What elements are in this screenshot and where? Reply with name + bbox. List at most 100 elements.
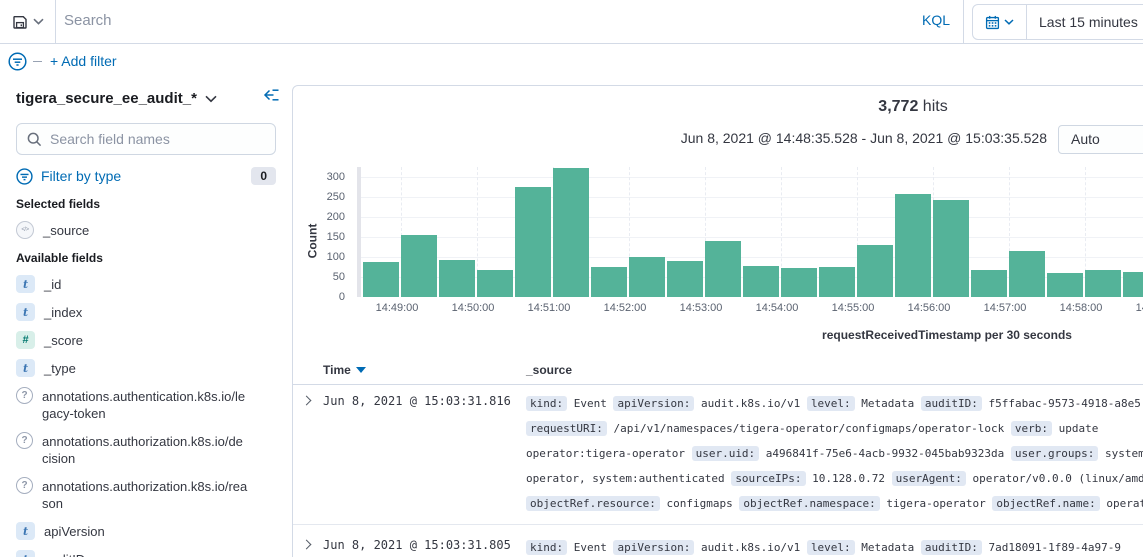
filter-icon [16,168,33,185]
histogram-bar[interactable] [857,245,893,297]
fields-sidebar: tigera_secure_ee_audit_* Search field na… [0,78,292,557]
chevron-down-icon[interactable] [33,18,44,25]
selected-fields-list: </> _source [16,222,276,239]
histogram-bar[interactable] [1047,273,1083,297]
field-item-_id[interactable]: t_id [16,276,276,293]
field-item-_index[interactable]: t_index [16,304,276,321]
expand-row-icon[interactable] [302,540,312,550]
field-type-string-icon: t [16,550,35,557]
field-value-text: operator-lock [1100,497,1143,510]
field-value-text: operator, system:authenticated [526,472,731,485]
field-type-unknown-icon: ? [16,432,33,449]
histogram-bar[interactable] [439,260,475,297]
histogram-bar[interactable] [933,200,969,297]
field-key-chip: kind: [526,540,567,555]
calendar-icon [985,15,1000,30]
field-name: _index [44,304,250,321]
table-row: Jun 8, 2021 @ 15:03:31.805kind: Event ap… [293,525,1143,557]
field-value-text: configmaps [660,497,739,510]
field-item-_type[interactable]: t_type [16,360,276,377]
field-value-text: audit.k8s.io/v1 [694,397,807,410]
time-range-display[interactable]: Last 15 minutes [1027,5,1143,39]
histogram-bar[interactable] [591,267,627,297]
field-key-chip: level: [807,540,855,555]
field-name: annotations.authorization.k8s.io/decisio… [42,433,248,467]
row-timestamp: Jun 8, 2021 @ 15:03:31.805 [323,538,511,552]
chart-title: requestReceivedTimestamp per 30 seconds [822,328,1072,342]
field-value-text: 7ad18091-1f89-4a97-9 [982,541,1121,554]
table-row: Jun 8, 2021 @ 15:03:31.816kind: Event ap… [293,385,1143,525]
field-type-unknown-icon: ? [16,477,33,494]
histogram-bar[interactable] [705,241,741,297]
field-value-text: audit.k8s.io/v1 [694,541,807,554]
field-name: _id [44,276,250,293]
expand-row-icon[interactable] [302,396,312,406]
source-line: objectRef.resource: configmaps objectRef… [526,491,1143,516]
field-key-chip: objectRef.namespace: [739,496,879,511]
field-item-annotations-authorization-k8s-io-decision[interactable]: ? annotations.authorization.k8s.io/decisi… [16,433,276,467]
query-bar: Search KQL Last 15 minutes [0,0,1143,44]
histogram-bar[interactable] [515,187,551,297]
field-key-chip: auditID: [921,540,982,555]
source-line: kind: Event apiVersion: audit.k8s.io/v1 … [526,391,1143,416]
interval-select[interactable]: Auto [1058,125,1143,154]
collapse-sidebar-icon[interactable] [263,88,280,103]
histogram-bar[interactable] [629,257,665,297]
field-item-annotations-authorization-k8s-io-reason[interactable]: ?annotations.authorization.k8s.io/reason [16,478,276,512]
histogram-bar[interactable] [1085,270,1121,297]
source-column-header: _source [526,363,572,377]
field-item-annotations-authentication-k8s-io-legacy-token[interactable]: ?annotations.authentication.k8s.io/legac… [16,388,276,422]
field-value-text: /api/v1/namespaces/tigera-operator/confi… [607,422,1011,435]
selected-fields-heading: Selected fields [16,197,276,211]
field-item-_score[interactable]: #_score [16,332,276,349]
field-search-input[interactable]: Search field names [16,123,276,155]
histogram-plot[interactable] [357,167,1143,297]
field-item-apiversion[interactable]: tapiVersion [16,523,276,540]
histogram-bar[interactable] [1009,251,1045,297]
histogram-bar[interactable] [553,168,589,297]
search-input[interactable]: Search [64,12,112,29]
field-value-text: 10.128.0.72 [806,472,892,485]
field-value-text: Metadata [855,541,921,554]
filter-bar: + Add filter [0,44,1143,78]
x-tick-label: 14:49:00 [365,302,429,314]
available-fields-heading: Available fields [16,251,276,265]
source-line: operator:tigera-operator user.uid: a4968… [526,441,1143,466]
y-tick-label: 50 [297,271,345,283]
field-key-chip: kind: [526,396,567,411]
date-picker: Last 15 minutes [972,4,1143,40]
y-tick-label: 300 [297,171,345,183]
field-item-_source[interactable]: </> _source [16,222,276,239]
x-tick-label: 14:55:00 [821,302,885,314]
field-item-auditid[interactable]: tauditID [16,551,276,557]
histogram-bar[interactable] [971,270,1007,297]
histogram-bar[interactable] [667,261,703,297]
quick-select-button[interactable] [973,5,1027,39]
field-name: _source [43,222,249,239]
field-type-source-icon: </> [16,221,34,239]
index-pattern-selector[interactable]: tigera_secure_ee_audit_* [16,90,276,107]
histogram-bar[interactable] [895,194,931,297]
filter-icon[interactable] [8,52,27,71]
histogram-bar[interactable] [743,266,779,297]
field-type-string-icon: t [16,522,35,540]
kql-button[interactable]: KQL [922,12,950,28]
save-query-button[interactable] [0,0,56,43]
histogram-bar[interactable] [781,268,817,297]
field-key-chip: apiVersion: [613,396,694,411]
histogram-bar[interactable] [1123,272,1143,297]
gridline [361,217,1143,218]
histogram-bar[interactable] [819,267,855,297]
add-filter-button[interactable]: + Add filter [50,53,117,69]
filter-by-type-button[interactable]: Filter by type 0 [16,167,276,185]
source-line: requestURI: /api/v1/namespaces/tigera-op… [526,416,1143,441]
field-key-chip: userAgent: [892,471,966,486]
x-tick-label: 14:51:00 [517,302,581,314]
chevron-down-icon [205,95,217,103]
gridline [361,237,1143,238]
field-key-chip: apiVersion: [613,540,694,555]
time-column-header[interactable]: Time [323,363,366,377]
histogram-bar[interactable] [401,235,437,297]
histogram-bar[interactable] [363,262,399,297]
histogram-bar[interactable] [477,270,513,297]
